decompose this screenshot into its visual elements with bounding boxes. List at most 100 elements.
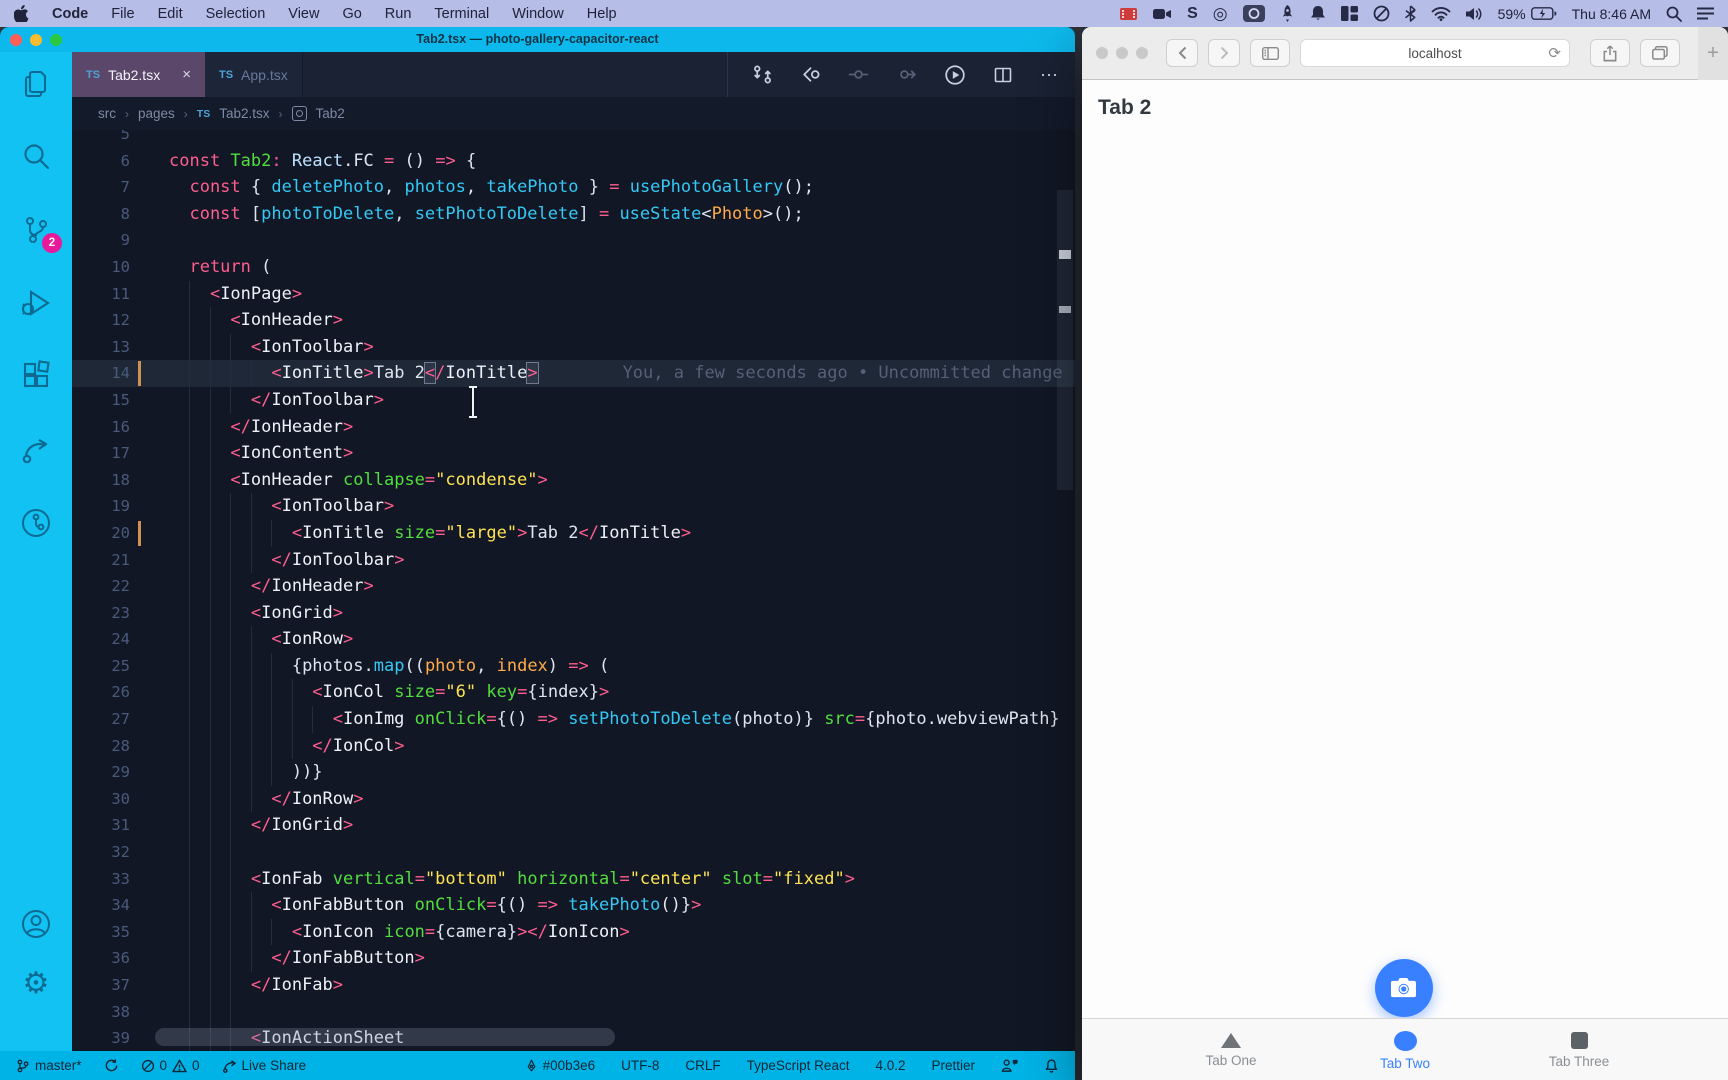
address-bar[interactable]: localhost ⟳ xyxy=(1300,39,1570,67)
menu-terminal[interactable]: Terminal xyxy=(434,6,489,22)
code-line-5[interactable]: 5 xyxy=(72,130,1075,148)
code-line-10[interactable]: 10 return ( xyxy=(72,254,1075,281)
camera-fab-button[interactable] xyxy=(1375,959,1433,1017)
s-app-icon[interactable]: S xyxy=(1187,4,1198,24)
wifi-icon[interactable] xyxy=(1431,4,1451,24)
eol-status[interactable]: CRLF xyxy=(685,1058,720,1073)
tab-app-tsx[interactable]: TS App.tsx xyxy=(204,52,303,97)
bell-icon[interactable] xyxy=(1310,4,1326,24)
extensions-icon[interactable] xyxy=(20,360,52,392)
explorer-icon[interactable] xyxy=(20,68,52,100)
menu-selection[interactable]: Selection xyxy=(206,6,266,22)
problems-status[interactable]: 0 0 xyxy=(141,1058,200,1073)
code-line-37[interactable]: 37 </IonFab> xyxy=(72,972,1075,999)
run-debug-icon[interactable] xyxy=(20,287,52,319)
menu-edit[interactable]: Edit xyxy=(158,6,183,22)
code-line-33[interactable]: 33 <IonFab vertical="bottom" horizontal="… xyxy=(72,865,1075,893)
show-tabs-button[interactable] xyxy=(1640,39,1680,67)
vscode-titlebar[interactable]: Tab2.tsx — photo-gallery-capacitor-react xyxy=(0,27,1075,52)
account-icon[interactable] xyxy=(19,907,53,941)
tab-tab2-tsx[interactable]: TS Tab2.tsx × xyxy=(72,52,205,97)
at-circle-icon[interactable]: ◎ xyxy=(1213,4,1228,24)
back-button[interactable] xyxy=(1166,39,1198,67)
code-line-11[interactable]: 11 <IonPage> xyxy=(72,280,1075,308)
code-line-7[interactable]: 7 const { deletePhoto, photos, takePhoto … xyxy=(72,174,1075,201)
split-editor-icon[interactable] xyxy=(993,65,1013,85)
layout-icon[interactable] xyxy=(1340,4,1358,24)
code-line-25[interactable]: 25 {photos.map((photo, index) => ( xyxy=(72,652,1075,680)
battery-indicator[interactable]: 59% xyxy=(1498,6,1557,22)
tab-three-button[interactable]: Tab Three xyxy=(1492,1019,1666,1080)
code-line-31[interactable]: 31 </IonGrid> xyxy=(72,812,1075,840)
encoding-status[interactable]: UTF-8 xyxy=(621,1058,659,1073)
volume-icon[interactable] xyxy=(1465,4,1483,24)
breadcrumb-symbol[interactable]: Tab2 xyxy=(316,106,345,121)
horizontal-scrollbar[interactable] xyxy=(155,1028,615,1046)
film-icon[interactable] xyxy=(1119,4,1138,24)
code-line-32[interactable]: 32 xyxy=(72,839,1075,866)
sync-button[interactable] xyxy=(104,1058,119,1073)
code-line-35[interactable]: 35 <IonIcon icon={camera}></IonIcon> xyxy=(72,918,1075,946)
code-line-22[interactable]: 22 </IonHeader> xyxy=(72,573,1075,600)
code-line-23[interactable]: 23 <IonGrid> xyxy=(72,599,1075,627)
code-line-24[interactable]: 24 <IonRow> xyxy=(72,626,1075,653)
code-line-34[interactable]: 34 <IonFabButton onClick={() => takePhoto… xyxy=(72,892,1075,919)
code-line-20[interactable]: 20 <IonTitle size="large">Tab 2</IonTitle… xyxy=(72,519,1075,547)
code-line-9[interactable]: 9 xyxy=(72,227,1075,254)
code-line-13[interactable]: 13 <IonToolbar> xyxy=(72,333,1075,361)
new-tab-button[interactable]: + xyxy=(1698,27,1728,80)
menu-file[interactable]: File xyxy=(111,6,134,22)
menu-help[interactable]: Help xyxy=(587,6,617,22)
menu-run[interactable]: Run xyxy=(385,6,412,22)
bluetooth-icon[interactable] xyxy=(1404,4,1416,24)
menu-view[interactable]: View xyxy=(288,6,319,22)
navigate-back-icon[interactable] xyxy=(800,64,821,85)
active-app-icon[interactable] xyxy=(1242,4,1265,24)
code-line-27[interactable]: 27 <IonImg onClick={() => setPhotoToDelet… xyxy=(72,706,1075,733)
gitlens-icon[interactable] xyxy=(19,506,53,540)
next-change-icon[interactable] xyxy=(896,64,917,85)
code-line-12[interactable]: 12 <IonHeader> xyxy=(72,307,1075,334)
do-not-disturb-icon[interactable] xyxy=(1373,4,1390,24)
breadcrumb-file[interactable]: Tab2.tsx xyxy=(219,106,269,121)
breadcrumb-src[interactable]: src xyxy=(98,106,116,121)
code-line-29[interactable]: 29))} xyxy=(72,759,1075,786)
feedback-button[interactable] xyxy=(1001,1058,1018,1073)
apple-icon[interactable] xyxy=(14,4,29,24)
breadcrumb-pages[interactable]: pages xyxy=(138,106,175,121)
reload-icon[interactable]: ⟳ xyxy=(1548,44,1561,62)
code-line-36[interactable]: 36 </IonFabButton> xyxy=(72,945,1075,972)
rocket-icon[interactable] xyxy=(1280,4,1295,24)
zoom-window-button[interactable] xyxy=(50,33,62,46)
code-line-19[interactable]: 19 <IonToolbar> xyxy=(72,493,1075,520)
git-branch-status[interactable]: master* xyxy=(16,1058,82,1074)
code-line-17[interactable]: 17 <IonContent> xyxy=(72,440,1075,467)
close-tab-icon[interactable]: × xyxy=(182,66,191,83)
language-status[interactable]: TypeScript React xyxy=(747,1058,850,1073)
minimize-window-button[interactable] xyxy=(30,33,42,46)
code-line-26[interactable]: 26 <IonCol size="6" key={index}> xyxy=(72,679,1075,707)
video-camera-icon[interactable] xyxy=(1153,4,1172,24)
previous-change-icon[interactable] xyxy=(848,64,869,85)
open-changes-icon[interactable] xyxy=(752,64,773,85)
code-editor[interactable]: 5 6 const Tab2: React.FC = () => {7 const {… xyxy=(72,130,1075,1051)
notifications-button[interactable] xyxy=(1044,1058,1059,1074)
close-window-button[interactable] xyxy=(10,33,22,46)
source-control-icon[interactable]: 2 xyxy=(20,214,62,253)
code-line-16[interactable]: 16 </IonHeader> xyxy=(72,413,1075,441)
close-window-button[interactable] xyxy=(1096,47,1108,59)
menu-window[interactable]: Window xyxy=(512,6,564,22)
share-button[interactable] xyxy=(1590,39,1630,67)
tab-one-button[interactable]: Tab One xyxy=(1144,1019,1318,1080)
menu-list-icon[interactable] xyxy=(1697,4,1714,24)
code-line-21[interactable]: 21 </IonToolbar> xyxy=(72,546,1075,574)
breadcrumb[interactable]: src › pages › TS Tab2.tsx › Tab2 xyxy=(72,97,1075,130)
forward-button[interactable] xyxy=(1208,39,1240,67)
spotlight-search-icon[interactable] xyxy=(1666,4,1682,24)
formatter-status[interactable]: Prettier xyxy=(931,1058,975,1073)
zoom-window-button[interactable] xyxy=(1136,47,1148,59)
code-line-28[interactable]: 28 </IonCol> xyxy=(72,732,1075,760)
code-line-14[interactable]: 14 <IonTitle>Tab 2</IonTitle> You, a few s… xyxy=(72,360,1075,387)
settings-gear-icon[interactable]: ⚙ xyxy=(23,969,50,999)
live-share-icon[interactable] xyxy=(20,433,52,465)
